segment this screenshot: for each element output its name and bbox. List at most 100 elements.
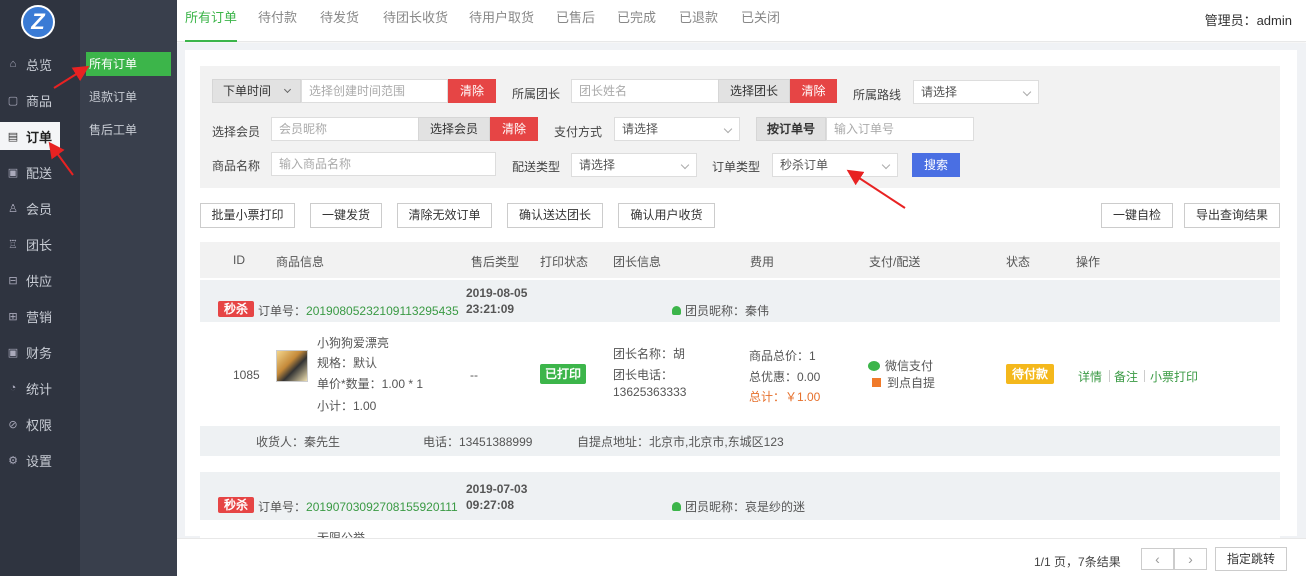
tab-completed[interactable]: 已完成 bbox=[617, 0, 656, 42]
choose-leader-button[interactable]: 选择团长 bbox=[718, 79, 790, 103]
search-button[interactable]: 搜索 bbox=[912, 153, 960, 177]
member-label: 选择会员 bbox=[212, 125, 261, 139]
goods-name[interactable]: 小狗狗爱漂亮 bbox=[317, 335, 389, 352]
order-type-select[interactable]: 秒杀订单 bbox=[772, 153, 898, 177]
tab-pending-shipment[interactable]: 待发货 bbox=[320, 0, 359, 42]
nav-item-delivery[interactable]: ▣ 配送 bbox=[0, 158, 80, 186]
nav-item-overview[interactable]: ⌂ 总览 bbox=[0, 50, 80, 78]
batch-print-button[interactable]: 批量小票打印 bbox=[200, 203, 295, 228]
order-date: 2019-07-03 bbox=[466, 482, 528, 496]
order-subnav: 所有订单 退款订单 售后工单 bbox=[80, 0, 177, 576]
divider bbox=[1109, 370, 1110, 382]
order-status-tabs: 所有订单 待付款 待发货 待团长收货 待用户取货 已售后 已完成 已退款 已关闭… bbox=[177, 0, 1306, 42]
supply-icon: ⊟ bbox=[8, 274, 18, 287]
goods-icon: ▢ bbox=[7, 94, 19, 107]
col-payment-delivery: 支付/配送 bbox=[869, 255, 921, 269]
note-link[interactable]: 备注 bbox=[1114, 368, 1138, 385]
subnav-aftersale-tickets[interactable]: 售后工单 bbox=[86, 118, 171, 142]
export-results-button[interactable]: 导出查询结果 bbox=[1184, 203, 1280, 228]
receiver-name: 收货人：秦先生 bbox=[256, 435, 341, 449]
tab-aftersale[interactable]: 已售后 bbox=[556, 0, 595, 42]
gift-icon: ⊞ bbox=[8, 310, 18, 323]
one-click-ship-button[interactable]: 一键发货 bbox=[310, 203, 382, 228]
tab-pending-payment[interactable]: 待付款 bbox=[258, 0, 297, 42]
page-info: 1/1 页，7条结果 bbox=[1034, 555, 1121, 569]
goods-thumbnail[interactable] bbox=[276, 350, 308, 382]
nav-item-stats[interactable]: ◔ 统计 bbox=[0, 374, 80, 402]
nav-item-members[interactable]: ♙ 会员 bbox=[0, 194, 80, 222]
app-logo[interactable]: Z bbox=[21, 5, 55, 39]
pagination-bar: 1/1 页，7条结果 ‹ › 指定跳转 bbox=[177, 538, 1306, 576]
detail-link[interactable]: 详情 bbox=[1078, 368, 1102, 385]
self-check-button[interactable]: 一键自检 bbox=[1101, 203, 1173, 228]
goods-name-input[interactable]: 输入商品名称 bbox=[271, 152, 496, 176]
divider bbox=[1144, 370, 1145, 382]
nav-item-settings[interactable]: ⚙ 设置 bbox=[0, 446, 80, 474]
nav-item-orders[interactable]: ▤ 订单 bbox=[0, 122, 60, 150]
choose-member-button[interactable]: 选择会员 bbox=[418, 117, 490, 141]
nav-item-supply[interactable]: ⊟ 供应 bbox=[0, 266, 80, 294]
jump-to-page-button[interactable]: 指定跳转 bbox=[1215, 547, 1287, 571]
order-date: 2019-08-05 bbox=[466, 286, 528, 300]
order-total: 总计：￥1.00 bbox=[749, 390, 821, 404]
clear-time-button[interactable]: 清除 bbox=[448, 79, 496, 103]
col-leader-info: 团长信息 bbox=[613, 255, 662, 269]
leader-name-input[interactable]: 团长姓名 bbox=[571, 79, 719, 103]
clear-leader-button[interactable]: 清除 bbox=[790, 79, 837, 103]
order-number: 订单号：2019080523210911329543​5 bbox=[258, 304, 459, 318]
confirm-user-receipt-button[interactable]: 确认用户收货 bbox=[618, 203, 715, 228]
next-page-button[interactable]: › bbox=[1174, 548, 1207, 570]
time-type-select[interactable]: 下单时间 bbox=[212, 79, 301, 103]
clear-invalid-orders-button[interactable]: 清除无效订单 bbox=[397, 203, 492, 228]
goods-total: 商品总价：1 bbox=[749, 349, 816, 363]
order-status-badge: 待付款 bbox=[1006, 364, 1055, 384]
nav-item-finance[interactable]: ▣ 财务 bbox=[0, 338, 80, 366]
tab-pending-user-pickup[interactable]: 待用户取货 bbox=[469, 0, 534, 42]
member-nickname-input[interactable]: 会员昵称 bbox=[271, 117, 419, 141]
print-receipt-link[interactable]: 小票打印 bbox=[1150, 368, 1198, 385]
order-type-label: 订单类型 bbox=[712, 160, 761, 174]
receiver-phone: 电话：13451388999 bbox=[423, 435, 533, 449]
flash-sale-tag: 秒杀 bbox=[218, 497, 255, 513]
table-row: 无限公举 bbox=[200, 520, 1280, 538]
receiver-info-row: 收货人：秦先生 电话：13451388999 自提点地址：北京市,北京市,东城区… bbox=[200, 426, 1280, 456]
tab-all-orders[interactable]: 所有订单 bbox=[185, 0, 238, 42]
prev-page-button[interactable]: ‹ bbox=[1141, 548, 1174, 570]
user-icon bbox=[672, 306, 681, 315]
delivery-type-label: 配送类型 bbox=[512, 160, 561, 174]
leader-phone: 13625363333 bbox=[613, 385, 687, 399]
route-select[interactable]: 请选择 bbox=[913, 80, 1039, 104]
col-goods-info: 商品信息 bbox=[276, 255, 325, 269]
nav-item-goods[interactable]: ▢ 商品 bbox=[0, 86, 80, 114]
payment-select[interactable]: 请选择 bbox=[614, 117, 740, 141]
goods-name[interactable]: 无限公举 bbox=[317, 530, 365, 538]
order-number: 订单号：20190703092708155920111 bbox=[258, 500, 458, 514]
order-number-button[interactable]: 按订单号 bbox=[756, 117, 826, 141]
subnav-all-orders[interactable]: 所有订单 bbox=[86, 52, 171, 76]
payment-label: 支付方式 bbox=[554, 125, 603, 139]
order-number-value[interactable]: 20190703092708155920111 bbox=[306, 500, 458, 514]
goods-spec: 规格：默认 bbox=[317, 356, 378, 370]
nav-item-marketing[interactable]: ⊞ 营销 bbox=[0, 302, 80, 330]
confirm-leader-delivery-button[interactable]: 确认送达团长 bbox=[507, 203, 603, 228]
tab-refunded[interactable]: 已退款 bbox=[679, 0, 718, 42]
col-id: ID bbox=[233, 253, 245, 267]
delivery-type-select[interactable]: 请选择 bbox=[571, 153, 697, 177]
leader-label: 所属团长 bbox=[512, 87, 561, 101]
goods-price-qty: 单价*数量：1.00 * 1 bbox=[317, 377, 424, 391]
payment-method: 微信支付 bbox=[868, 358, 933, 375]
order-number-value[interactable]: 2019080523210911329543​5 bbox=[306, 304, 459, 318]
goods-name-label: 商品名称 bbox=[212, 159, 261, 173]
tab-pending-leader-receipt[interactable]: 待团长收货 bbox=[383, 0, 448, 42]
nav-item-leaders[interactable]: ♖ 团长 bbox=[0, 230, 80, 258]
permission-icon: ⊘ bbox=[8, 418, 18, 431]
time-range-input[interactable]: 选择创建时间范围 bbox=[301, 79, 448, 103]
subnav-refund-orders[interactable]: 退款订单 bbox=[86, 85, 171, 109]
tab-closed[interactable]: 已关闭 bbox=[741, 0, 780, 42]
order-number-input[interactable]: 输入订单号 bbox=[826, 117, 974, 141]
clear-member-button[interactable]: 清除 bbox=[490, 117, 538, 141]
col-aftersale-type: 售后类型 bbox=[471, 255, 520, 269]
admin-user[interactable]: 管理员：admin bbox=[1205, 10, 1292, 29]
nav-item-permission[interactable]: ⊘ 权限 bbox=[0, 410, 80, 438]
table-row: 1085 小狗狗爱漂亮 规格：默认 单价*数量：1.00 * 1 小计：1.00… bbox=[200, 322, 1280, 426]
